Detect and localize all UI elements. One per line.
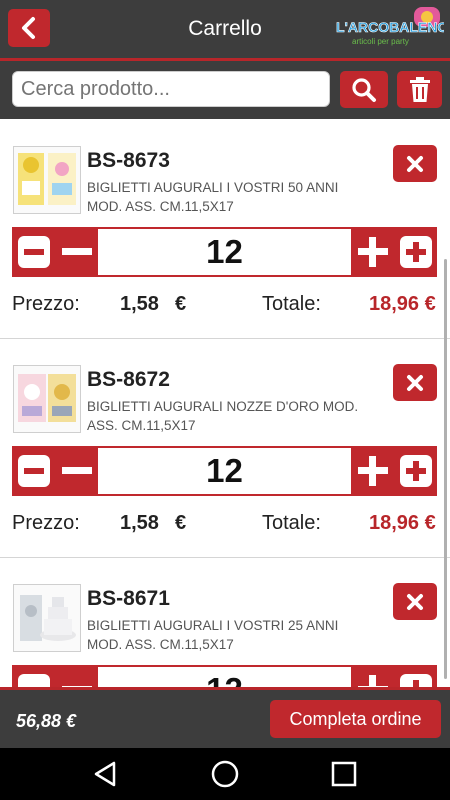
search-input[interactable] [12, 71, 330, 107]
total-label: Totale: [262, 293, 321, 315]
decrease-quantity-button[interactable] [12, 446, 98, 496]
close-icon [407, 593, 423, 610]
trash-icon [409, 76, 430, 102]
cart-list[interactable]: BS-8673 BIGLIETTI AUGURALI I VOSTRI 50 A… [0, 119, 450, 687]
remove-item-button[interactable] [393, 583, 437, 620]
increase-quantity-button[interactable] [351, 665, 437, 687]
nav-home-button[interactable] [209, 758, 241, 790]
cart-item: BS-8671 BIGLIETTI AUGURALI I VOSTRI 25 A… [0, 557, 450, 687]
price-label: Prezzo: [12, 293, 80, 315]
recents-square-icon [331, 761, 357, 787]
minus-icon [61, 248, 92, 255]
clear-cart-button[interactable] [397, 71, 442, 108]
quantity-stepper: 12 [12, 446, 437, 496]
remove-item-button[interactable] [393, 145, 437, 182]
minus-icon [61, 467, 92, 474]
nav-recents-button[interactable] [328, 758, 360, 790]
list-scrollbar[interactable] [444, 259, 447, 679]
plus-icon [357, 237, 388, 267]
product-description: BIGLIETTI AUGURALI I VOSTRI 25 ANNI MOD.… [87, 618, 339, 652]
increase-quantity-button[interactable] [351, 227, 437, 277]
svg-text:L'ARCOBALENO: L'ARCOBALENO [336, 19, 444, 35]
minus-icon [17, 674, 50, 687]
unit-price: 1,58 [120, 293, 159, 315]
currency-symbol: € [175, 512, 187, 534]
svg-text:articoli per party: articoli per party [352, 37, 409, 46]
search-bar [0, 61, 450, 119]
back-triangle-icon [94, 761, 116, 787]
product-code: BS-8673 [87, 149, 170, 172]
minus-icon [17, 236, 50, 268]
product-code: BS-8672 [87, 368, 170, 391]
home-circle-icon [211, 760, 239, 788]
price-row: Prezzo: 1,58 € Totale: 18,96 € [12, 291, 442, 321]
minus-icon [61, 686, 92, 687]
system-navigation-bar [0, 748, 450, 800]
product-thumbnail [13, 146, 81, 214]
cart-total: 56,88 € [16, 711, 77, 731]
close-icon [407, 374, 423, 391]
quantity-stepper: 12 [12, 665, 437, 687]
cart-item: BS-8672 BIGLIETTI AUGURALI NOZZE D'ORO M… [0, 338, 450, 558]
price-row: Prezzo: 1,58 € Totale: 18,96 € [12, 510, 442, 540]
line-total: 18,96 € [369, 512, 436, 534]
plus-icon [399, 455, 432, 487]
decrease-quantity-button[interactable] [12, 665, 98, 687]
product-thumbnail [13, 365, 81, 433]
currency-symbol: € [175, 293, 187, 315]
cart-item: BS-8673 BIGLIETTI AUGURALI I VOSTRI 50 A… [0, 119, 450, 339]
minus-icon [17, 455, 50, 487]
app-header: Carrello L'ARCOBALENO articoli per party [0, 0, 450, 58]
total-label: Totale: [262, 512, 321, 534]
remove-item-button[interactable] [393, 364, 437, 401]
plus-icon [357, 675, 388, 687]
unit-price: 1,58 [120, 512, 159, 534]
product-code: BS-8671 [87, 587, 170, 610]
nav-back-button[interactable] [90, 758, 122, 790]
complete-order-button[interactable]: Completa ordine [270, 700, 441, 738]
product-thumbnail [13, 584, 81, 652]
product-description: BIGLIETTI AUGURALI NOZZE D'ORO MOD. ASS.… [87, 399, 359, 433]
plus-icon [399, 674, 432, 687]
quantity-value[interactable]: 12 [98, 448, 351, 494]
cart-footer: 56,88 € Completa ordine [0, 687, 450, 748]
plus-icon [357, 456, 388, 486]
quantity-value[interactable]: 12 [98, 667, 351, 687]
search-icon [352, 77, 376, 102]
increase-quantity-button[interactable] [351, 446, 437, 496]
line-total: 18,96 € [369, 293, 436, 315]
price-label: Prezzo: [12, 512, 80, 534]
brand-logo: L'ARCOBALENO articoli per party [336, 7, 444, 46]
quantity-value[interactable]: 12 [98, 229, 351, 275]
close-icon [407, 155, 423, 172]
product-description: BIGLIETTI AUGURALI I VOSTRI 50 ANNI MOD.… [87, 180, 339, 214]
quantity-stepper: 12 [12, 227, 437, 277]
plus-icon [399, 236, 432, 268]
decrease-quantity-button[interactable] [12, 227, 98, 277]
search-button[interactable] [340, 71, 388, 108]
